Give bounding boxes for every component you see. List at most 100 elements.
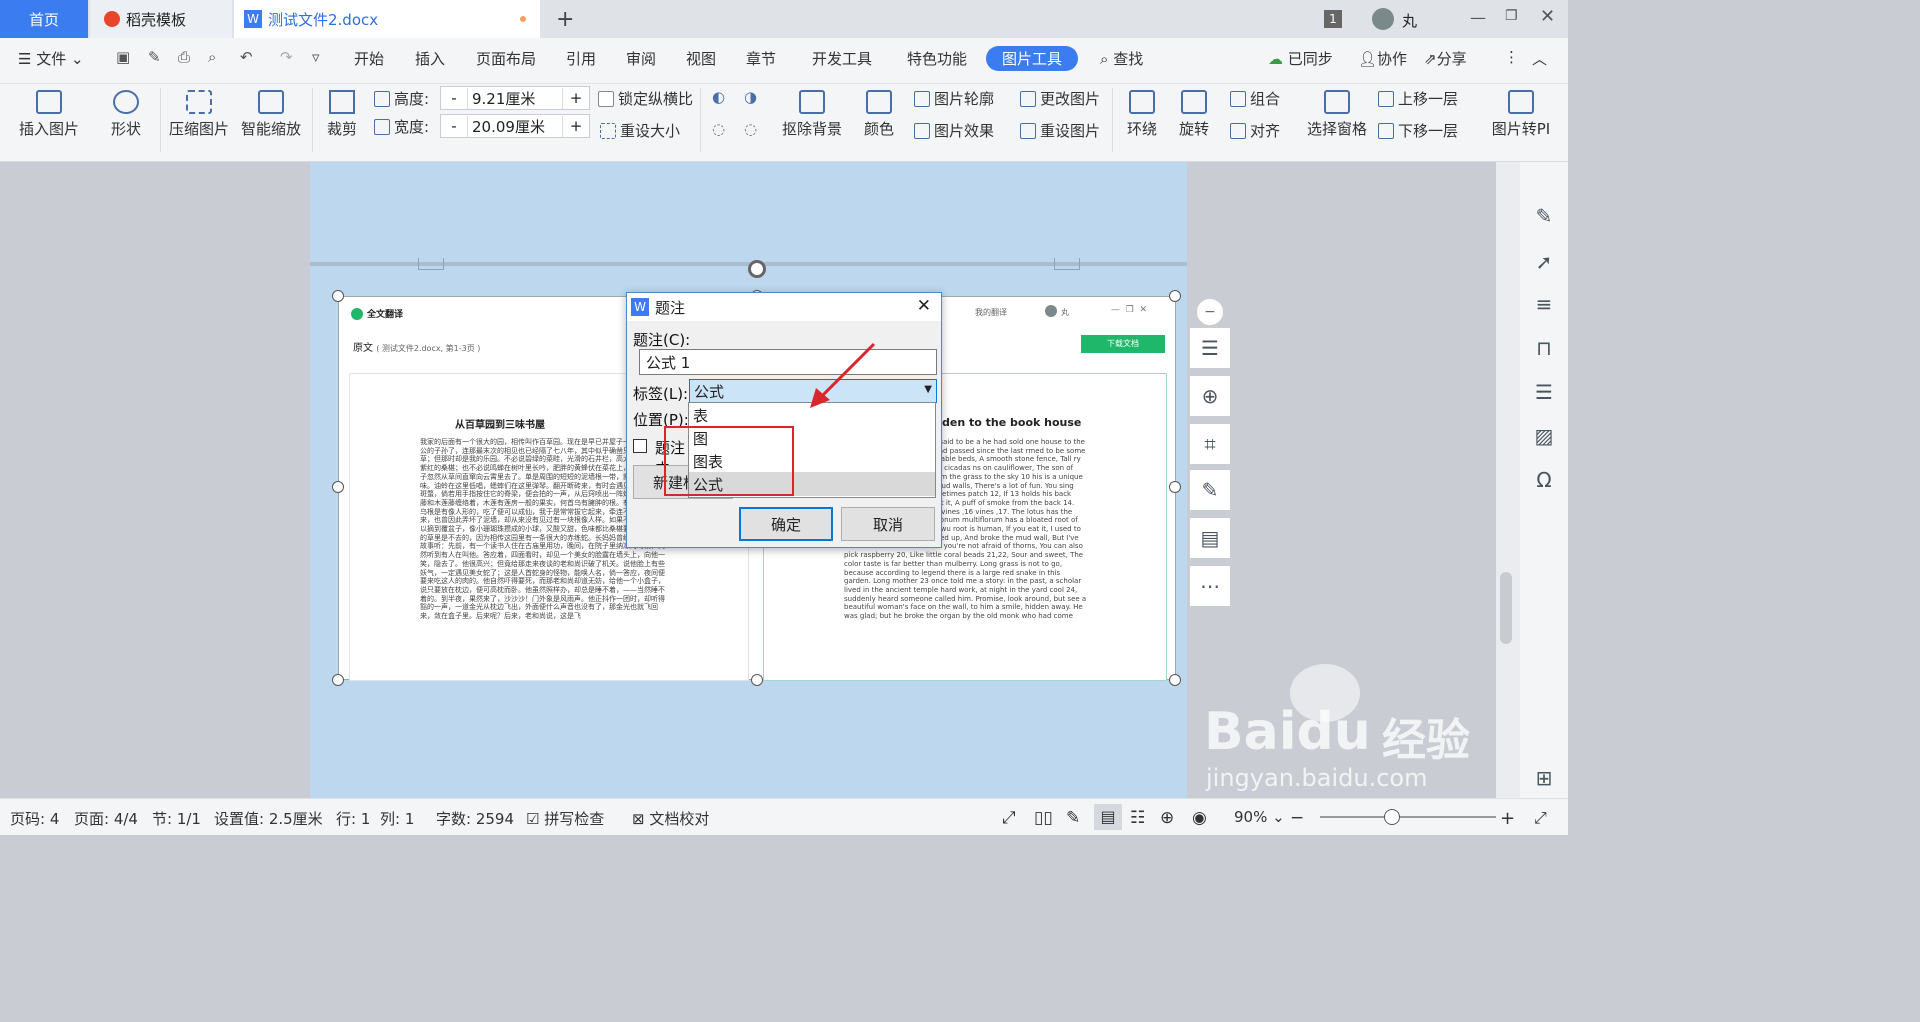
height-value[interactable]: 9.21厘米	[467, 87, 563, 109]
plus-icon[interactable]: +	[563, 117, 589, 135]
color-button[interactable]: 颜色	[858, 90, 900, 139]
align-button[interactable]: 对齐	[1230, 120, 1280, 141]
height-stepper[interactable]: - 9.21厘米 +	[440, 86, 590, 110]
print-preview-icon[interactable]: ⌕	[208, 48, 216, 66]
reset-picture-button[interactable]: 重设图片	[1020, 120, 1100, 141]
collapse-float-icon[interactable]: −	[1196, 298, 1224, 326]
dialog-close-icon[interactable]: ✕	[917, 296, 931, 316]
minus-icon[interactable]: -	[441, 89, 467, 107]
layout-options-icon[interactable]: ☰	[1190, 328, 1230, 368]
menu-insert[interactable]: 插入	[415, 48, 445, 69]
menu-page-layout[interactable]: 页面布局	[476, 48, 536, 69]
write-mode-icon[interactable]: ✎	[1066, 808, 1080, 828]
restore-icon[interactable]: ❐	[1505, 8, 1518, 24]
crop-float-icon[interactable]: ⌗	[1190, 424, 1230, 464]
menu-view[interactable]: 视图	[686, 48, 716, 69]
width-stepper[interactable]: - 20.09厘米 +	[440, 114, 590, 138]
zoom-slider-track[interactable]	[1320, 816, 1496, 818]
wrap-button[interactable]: 环绕	[1120, 90, 1164, 139]
resize-handle[interactable]	[1169, 674, 1181, 686]
zoom-in-icon[interactable]: ⊕	[1190, 376, 1230, 416]
dropdown-arrow-icon[interactable]: ▼	[924, 384, 932, 395]
menu-special[interactable]: 特色功能	[907, 48, 967, 69]
menu-start[interactable]: 开始	[354, 48, 384, 69]
remove-bg-float-icon[interactable]: ✎	[1190, 470, 1230, 510]
remove-background-button[interactable]: 抠除背景	[778, 90, 846, 139]
eye-protect-icon[interactable]: ◉	[1192, 808, 1207, 828]
resize-handle[interactable]	[332, 674, 344, 686]
outline-list-icon[interactable]: ☰	[1524, 372, 1564, 412]
resize-handle[interactable]	[751, 674, 763, 686]
read-mode-icon[interactable]: ▯▯	[1034, 808, 1053, 828]
tab-home[interactable]: 首页	[0, 0, 88, 38]
lock-icon[interactable]: ⊓	[1524, 328, 1564, 368]
spell-check-button[interactable]: ☑ 拼写检查	[526, 808, 604, 829]
resize-handle[interactable]	[1169, 481, 1181, 493]
picture-to-text-icon[interactable]: ▤	[1190, 518, 1230, 558]
more-float-icon[interactable]: ⋯	[1190, 566, 1230, 606]
proofread-button[interactable]: ⊠ 文档校对	[632, 808, 709, 829]
status-word-count[interactable]: 字数: 2594	[436, 808, 514, 829]
status-row[interactable]: 行: 1	[336, 808, 370, 829]
status-page-code[interactable]: 页码: 4	[10, 808, 59, 829]
collapse-ribbon-icon[interactable]: ︿	[1532, 48, 1547, 69]
web-view-icon[interactable]: ⊕	[1160, 808, 1174, 828]
shape-button[interactable]: 形状	[104, 90, 148, 139]
vertical-scrollbar[interactable]	[1496, 162, 1520, 798]
send-backward-button[interactable]: 下移一层	[1378, 120, 1458, 141]
ok-button[interactable]: 确定	[739, 507, 833, 541]
cancel-button[interactable]: 取消	[841, 507, 935, 541]
insert-picture-button[interactable]: 插入图片	[14, 90, 84, 139]
omega-icon[interactable]: Ω	[1524, 460, 1564, 500]
scroll-thumb[interactable]	[1500, 572, 1512, 644]
new-tab-button[interactable]: +	[556, 0, 574, 38]
width-value[interactable]: 20.09厘米	[467, 115, 563, 137]
menu-reference[interactable]: 引用	[566, 48, 596, 69]
zoom-in-status-icon[interactable]: +	[1500, 808, 1515, 829]
picture-effect-button[interactable]: 图片效果	[914, 120, 994, 141]
zoom-slider-thumb[interactable]	[1384, 809, 1400, 825]
status-setting[interactable]: 设置值: 2.5厘米	[214, 808, 323, 829]
crop-button[interactable]: 裁剪	[320, 90, 364, 139]
customize-icon[interactable]: ▿	[312, 48, 320, 66]
share-button[interactable]: ⇗分享	[1424, 48, 1467, 69]
compress-picture-button[interactable]: 压缩图片	[168, 90, 230, 139]
contrast-down-icon[interactable]: ◌	[744, 120, 757, 138]
resize-handle[interactable]	[332, 290, 344, 302]
rotate-button[interactable]: 旋转	[1172, 90, 1216, 139]
caption-input[interactable]: 公式 1	[639, 349, 937, 375]
change-picture-button[interactable]: 更改图片	[1020, 88, 1100, 109]
avatar[interactable]	[1372, 8, 1394, 30]
format-painter-icon[interactable]: ✎	[148, 48, 161, 66]
selection-pane-button[interactable]: 选择窗格	[1306, 90, 1368, 139]
group-button[interactable]: 组合	[1230, 88, 1280, 109]
close-icon[interactable]: ✕	[1540, 6, 1555, 27]
tab-document[interactable]: W 测试文件2.docx	[234, 0, 540, 38]
menu-dev-tools[interactable]: 开发工具	[812, 48, 872, 69]
zoom-select[interactable]: 90% ⌄	[1234, 808, 1285, 826]
picture-outline-button[interactable]: 图片轮廓	[914, 88, 994, 109]
rotate-handle-icon[interactable]	[748, 260, 766, 278]
lock-ratio-checkbox[interactable]: 锁定纵横比	[598, 88, 693, 109]
fullscreen-icon[interactable]: ⤢	[1002, 808, 1016, 828]
undo-icon[interactable]: ↶	[240, 48, 253, 66]
bring-forward-button[interactable]: 上移一层	[1378, 88, 1458, 109]
page-view-icon[interactable]: ▤	[1094, 804, 1122, 830]
menu-review[interactable]: 审阅	[626, 48, 656, 69]
print-icon[interactable]: ⎙	[178, 48, 190, 66]
status-section[interactable]: 节: 1/1	[152, 808, 201, 829]
minus-icon[interactable]: -	[441, 117, 467, 135]
redo-icon[interactable]: ↷	[280, 48, 293, 66]
image-icon[interactable]: ▨	[1524, 416, 1564, 456]
status-page[interactable]: 页面: 4/4	[74, 808, 138, 829]
brightness-up-icon[interactable]: ◐	[712, 88, 725, 106]
menu-chapter[interactable]: 章节	[746, 48, 776, 69]
smart-zoom-button[interactable]: 智能缩放	[240, 90, 302, 139]
pen-icon[interactable]: ✎	[1524, 196, 1564, 236]
sync-status[interactable]: ☁ 已同步	[1268, 48, 1333, 69]
menu-picture-tools[interactable]: 图片工具	[986, 46, 1079, 71]
status-col[interactable]: 列: 1	[380, 808, 414, 829]
zoom-out-icon[interactable]: −	[1290, 808, 1304, 828]
more-icon[interactable]: ⋮	[1504, 48, 1519, 66]
brightness-down-icon[interactable]: ◌	[712, 120, 725, 138]
